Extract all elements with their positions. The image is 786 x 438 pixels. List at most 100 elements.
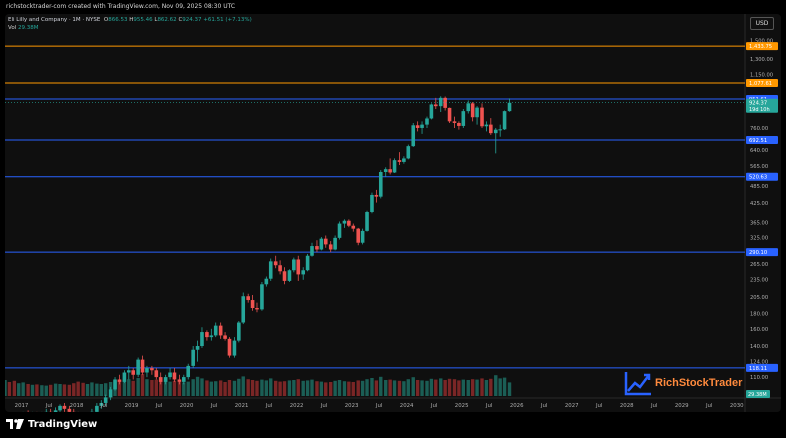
candle-body [223, 335, 227, 339]
volume-bar [470, 379, 475, 396]
candle-body [136, 359, 140, 375]
candle-body [53, 410, 58, 412]
candle-body [182, 377, 186, 382]
volume-bar [278, 381, 282, 396]
volume-bar [319, 381, 324, 396]
screenshot-frame: richstocktrader-com created with Trading… [0, 0, 786, 438]
volume-bar [209, 381, 214, 396]
volume-bar [227, 380, 232, 396]
currency-button[interactable]: USD [750, 17, 774, 30]
price-tick-label: 425.00 [750, 201, 768, 207]
volume-bar [301, 380, 305, 396]
volume-bar [30, 384, 35, 396]
candle-body [191, 349, 195, 366]
volume-bar [434, 379, 438, 396]
time-tick-label: 2017 [15, 403, 29, 409]
volume-bar [269, 378, 273, 396]
candle-body [177, 379, 182, 382]
level-label: 290.10 [749, 250, 767, 256]
candle-body [420, 124, 424, 128]
close-value: 924.37 [182, 17, 202, 23]
volume-legend: Vol 29.38M [8, 25, 38, 31]
candle-body [95, 405, 99, 412]
price-tick-label: 760.00 [750, 126, 768, 132]
price-tick-label: 640.00 [750, 148, 768, 154]
volume-bar [35, 384, 39, 396]
time-tick-label: 2019 [125, 403, 139, 409]
candle-body [113, 379, 117, 390]
volume-bar [53, 383, 58, 396]
volume-bar [402, 381, 406, 396]
volume-bar [67, 384, 72, 396]
candle-body [58, 405, 62, 411]
chart-panel[interactable]: Eli Lilly and Company · 1M · NYSE O866.5… [5, 14, 781, 412]
level-label: 520.63 [749, 175, 767, 181]
volume-bar [237, 378, 241, 396]
volume-bar [273, 380, 278, 396]
candle-body [402, 158, 406, 162]
candle-body [140, 359, 145, 373]
volume-bar [140, 374, 145, 396]
volume-bar [494, 375, 498, 396]
candle-body [484, 124, 489, 127]
candle-body [246, 296, 250, 301]
candle-body [466, 103, 471, 112]
time-tick-label: 2025 [455, 403, 469, 409]
candle-body [342, 220, 347, 224]
candle-body [347, 220, 351, 226]
price-chart[interactable]: 1,500.001,300.001,150.00900.00760.00640.… [5, 14, 781, 412]
volume-bar [62, 384, 67, 396]
candle-body [209, 335, 214, 338]
volume-bar [392, 380, 397, 396]
candle-body [168, 372, 172, 378]
volume-bar [429, 378, 434, 396]
volume-bar [489, 378, 493, 396]
volume-bar [5, 380, 7, 396]
candle-body [452, 121, 457, 123]
price-tick-label: 265.00 [750, 262, 768, 268]
volume-bar [351, 382, 355, 396]
volume-bar [447, 378, 452, 396]
time-tick-label: Jul [210, 403, 218, 409]
footer: TradingView [6, 417, 97, 431]
candle-body [237, 322, 241, 341]
time-tick-label: Jul [265, 403, 273, 409]
volume-bar [168, 381, 172, 396]
trend-icon [624, 372, 651, 396]
last-price-label: 924.37 [749, 101, 767, 107]
volume-label: Vol [8, 25, 17, 31]
time-tick-label: Jul [375, 403, 383, 409]
candle-body [319, 238, 324, 250]
volume-bar [384, 380, 388, 396]
candle-body [67, 408, 72, 412]
volume-bar [103, 383, 108, 396]
candle-body [433, 104, 438, 107]
candle-body [356, 228, 361, 243]
candle-body [470, 103, 475, 118]
candle-body [305, 255, 310, 271]
volume-bar [292, 380, 296, 396]
volume-bar [85, 384, 90, 396]
candle-body [282, 271, 287, 281]
volume-bar [484, 380, 489, 396]
time-tick-label: Jul [540, 403, 548, 409]
volume-bar [282, 381, 287, 396]
candle-body [250, 300, 255, 309]
candle-body [438, 97, 443, 107]
level-label: 1,433.75 [749, 44, 772, 50]
candle-body [195, 346, 200, 350]
candle-body [425, 118, 429, 125]
candle-body [108, 389, 113, 398]
candle-body [186, 365, 191, 378]
change-value: +61.51 (+7.13%) [203, 17, 252, 23]
volume-bar [347, 381, 351, 396]
candle-body [227, 338, 232, 356]
volume-bar [379, 376, 383, 396]
volume-bar [507, 382, 512, 396]
candle-body [480, 107, 484, 127]
candle-body [370, 194, 374, 212]
time-tick-label: Jul [595, 403, 603, 409]
volume-bar [150, 380, 154, 396]
volume-bar [127, 379, 131, 396]
volume-bar [305, 380, 310, 396]
